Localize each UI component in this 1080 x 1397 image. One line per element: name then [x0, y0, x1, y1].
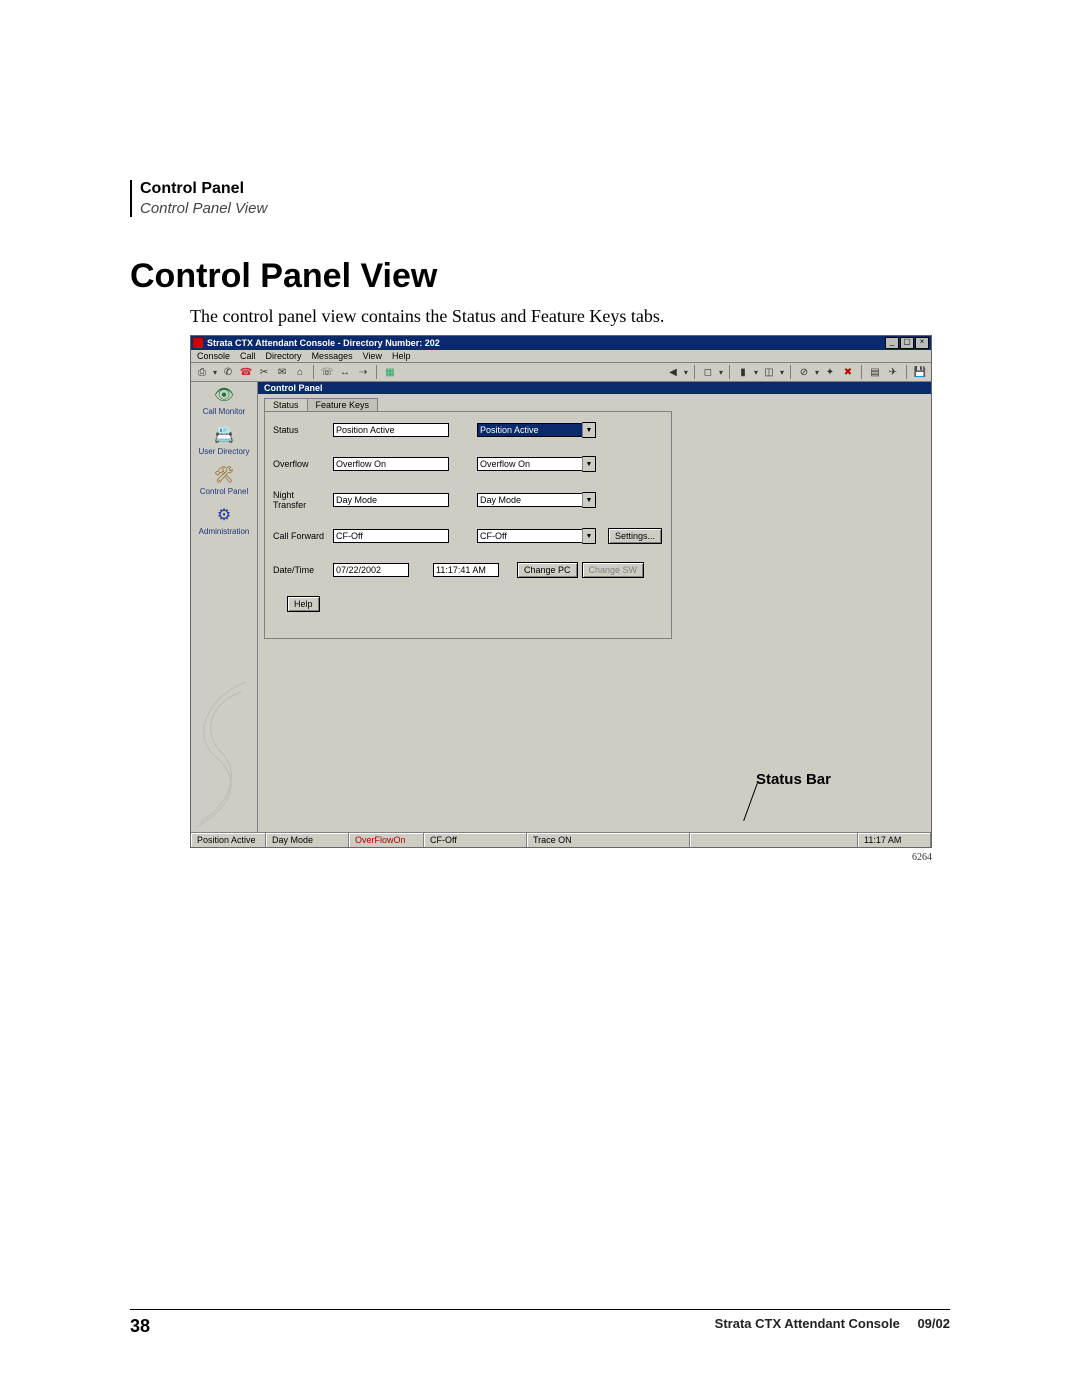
footer-date: 09/02 — [917, 1316, 950, 1331]
decorative-swirl — [191, 672, 257, 832]
tab-feature-keys[interactable]: Feature Keys — [307, 398, 379, 411]
toolbar-icon[interactable]: ⌂ — [293, 365, 307, 379]
minimize-button[interactable]: _ — [885, 337, 899, 349]
toolbar-icon[interactable]: ☎ — [239, 365, 253, 379]
footer-doc-title: Strata CTX Attendant Console — [715, 1316, 900, 1331]
toolbar-icon[interactable]: ✖ — [841, 365, 855, 379]
monitor-icon: 👁 — [210, 384, 238, 406]
toolbar: ⎙▾ ✆ ☎ ✂ ✉ ⌂ ☏ ↔ ⇢ ▦ ◀▾ ◻▾ ▮▾ ◫▾ ⊘▾ ✦ ✖ … — [191, 363, 931, 382]
settings-button[interactable]: Settings... — [608, 528, 662, 544]
change-pc-button[interactable]: Change PC — [517, 562, 578, 578]
panel-title: Control Panel — [258, 382, 931, 394]
status-overflow: OverFlowOn — [349, 833, 424, 847]
cf-label: Call Forward — [273, 531, 329, 541]
running-header: Control Panel Control Panel View — [130, 180, 950, 217]
close-button[interactable]: × — [915, 337, 929, 349]
sidebar-item-user-directory[interactable]: 📇 User Directory — [195, 424, 253, 456]
toolbar-icon[interactable]: ↔ — [338, 365, 352, 379]
window-title-bar: Strata CTX Attendant Console - Directory… — [191, 336, 931, 350]
toolbar-icon[interactable]: ◫ — [762, 365, 776, 379]
date-field[interactable]: 07/22/2002 — [333, 563, 409, 577]
night-dropdown[interactable]: Day Mode ▼ — [477, 492, 596, 508]
status-position: Position Active — [191, 833, 266, 847]
time-field[interactable]: 11:17:41 AM — [433, 563, 499, 577]
main-panel: Control Panel Status Feature Keys Status… — [258, 382, 931, 832]
sidebar-item-administration[interactable]: ⚙ Administration — [195, 504, 253, 536]
help-button[interactable]: Help — [287, 596, 320, 612]
status-label: Status — [273, 425, 329, 435]
status-cf: CF-Off — [424, 833, 527, 847]
status-day: Day Mode — [266, 833, 349, 847]
page-footer: 38 Strata CTX Attendant Console 09/02 — [130, 1309, 950, 1337]
toolbar-icon[interactable]: ✈ — [886, 365, 900, 379]
intro-text: The control panel view contains the Stat… — [190, 306, 950, 327]
sidebar-item-label: User Directory — [198, 447, 249, 456]
toolbar-icon[interactable]: ▤ — [868, 365, 882, 379]
admin-icon: ⚙ — [210, 504, 238, 526]
chevron-down-icon: ▼ — [582, 528, 596, 544]
toolbar-icon[interactable]: ⎙ — [195, 365, 209, 379]
change-sw-button: Change SW — [582, 562, 645, 578]
directory-icon: 📇 — [210, 424, 238, 446]
toolbar-icon[interactable]: ◻ — [701, 365, 715, 379]
datetime-label: Date/Time — [273, 565, 329, 575]
toolbar-icon[interactable]: 💾 — [913, 365, 927, 379]
status-time: 11:17 AM — [858, 833, 931, 847]
annotation-line — [743, 783, 758, 821]
toolbar-icon[interactable]: ☏ — [320, 365, 334, 379]
header-title: Control Panel — [140, 180, 950, 198]
status-spacer — [690, 833, 858, 847]
toolbar-icon[interactable]: ▮ — [736, 365, 750, 379]
toolbar-icon[interactable]: ✉ — [275, 365, 289, 379]
control-panel-icon: 🛠 — [210, 464, 238, 486]
toolbar-icon[interactable]: ▦ — [383, 365, 397, 379]
status-field: Position Active — [333, 423, 449, 437]
sidebar: 👁 Call Monitor 📇 User Directory 🛠 Contro… — [191, 382, 258, 832]
chevron-down-icon: ▼ — [582, 492, 596, 508]
toolbar-icon[interactable]: ◀ — [666, 365, 680, 379]
overflow-field: Overflow On — [333, 457, 449, 471]
tab-body: Status Position Active Position Active ▼… — [264, 411, 672, 639]
toolbar-icon[interactable]: ✆ — [221, 365, 235, 379]
page-title: Control Panel View — [130, 257, 950, 296]
sidebar-item-label: Administration — [199, 527, 250, 536]
tab-status[interactable]: Status — [264, 398, 308, 411]
screenshot: Strata CTX Attendant Console - Directory… — [190, 335, 932, 848]
toolbar-icon[interactable]: ✂ — [257, 365, 271, 379]
menu-help[interactable]: Help — [392, 351, 411, 361]
chevron-down-icon: ▼ — [582, 456, 596, 472]
menu-directory[interactable]: Directory — [266, 351, 302, 361]
overflow-dropdown[interactable]: Overflow On ▼ — [477, 456, 596, 472]
night-field: Day Mode — [333, 493, 449, 507]
overflow-label: Overflow — [273, 459, 329, 469]
menu-console[interactable]: Console — [197, 351, 230, 361]
sidebar-item-label: Call Monitor — [203, 407, 246, 416]
status-trace: Trace ON — [527, 833, 690, 847]
sidebar-item-control-panel[interactable]: 🛠 Control Panel — [195, 464, 253, 496]
header-subtitle: Control Panel View — [140, 200, 950, 217]
chevron-down-icon: ▼ — [582, 422, 596, 438]
menu-view[interactable]: View — [363, 351, 382, 361]
menu-call[interactable]: Call — [240, 351, 256, 361]
page-number: 38 — [130, 1316, 150, 1337]
status-bar-annotation: Status Bar — [756, 771, 831, 788]
sidebar-item-label: Control Panel — [200, 487, 248, 496]
app-icon — [193, 338, 203, 348]
menu-messages[interactable]: Messages — [312, 351, 353, 361]
toolbar-icon[interactable]: ✦ — [823, 365, 837, 379]
toolbar-icon[interactable]: ⇢ — [356, 365, 370, 379]
night-label: Night Transfer — [273, 490, 329, 510]
cf-dropdown[interactable]: CF-Off ▼ — [477, 528, 596, 544]
status-dropdown[interactable]: Position Active ▼ — [477, 422, 596, 438]
cf-field: CF-Off — [333, 529, 449, 543]
sidebar-item-call-monitor[interactable]: 👁 Call Monitor — [195, 384, 253, 416]
toolbar-icon[interactable]: ⊘ — [797, 365, 811, 379]
maximize-button[interactable]: ▢ — [900, 337, 914, 349]
window-title: Strata CTX Attendant Console - Directory… — [207, 338, 885, 348]
figure-id: 6264 — [130, 852, 934, 863]
status-bar: Position Active Day Mode OverFlowOn CF-O… — [191, 832, 931, 847]
menu-bar: Console Call Directory Messages View Hel… — [191, 350, 931, 363]
